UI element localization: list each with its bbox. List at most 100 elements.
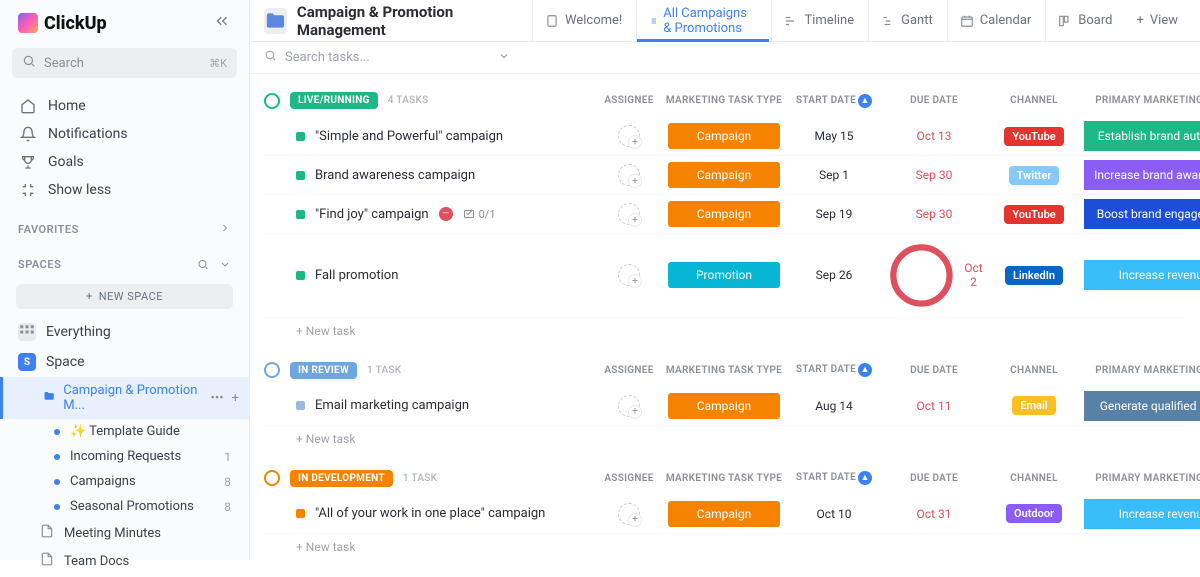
search-spaces-icon[interactable] [197,257,209,272]
start-date[interactable]: Sep 26 [784,268,884,282]
add-icon[interactable]: + [232,391,239,406]
nav-notifications[interactable]: Notifications [8,120,241,148]
add-view-button[interactable]: +View [1129,13,1187,28]
new-space-button[interactable]: + NEW SPACE [16,284,233,309]
task-search[interactable]: Search tasks... [264,49,510,66]
task-type-pill[interactable]: Campaign [668,501,780,527]
channel-badge[interactable]: YouTube [1004,205,1063,224]
task-type-pill[interactable]: Campaign [668,393,780,419]
col-goal[interactable]: PRIMARY MARKETING GOAL [1084,95,1200,106]
nav-show-less[interactable]: Show less [8,176,241,204]
task-row[interactable]: "All of your work in one place" campaign… [264,495,1186,534]
goal-pill[interactable]: Increase brand awareness [1084,160,1200,190]
status-circle-icon[interactable] [264,470,280,486]
chevron-down-icon[interactable] [498,50,510,66]
nav-home[interactable]: Home [8,92,241,120]
assignee-add[interactable] [618,164,640,186]
task-row[interactable]: "Find joy" campaign—0/1CampaignSep 19Sep… [264,195,1186,234]
favorites-header[interactable]: FAVORITES [0,208,249,243]
due-date[interactable]: Sep 30 [884,207,984,221]
start-date[interactable]: Sep 1 [784,168,884,182]
col-due[interactable]: DUE DATE [884,95,984,106]
task-status-square[interactable] [296,401,305,410]
col-start[interactable]: START DATE▲ [784,471,884,485]
goal-pill[interactable]: Establish brand authority [1084,121,1200,151]
nav-goals[interactable]: Goals [8,148,241,176]
new-task-button[interactable]: + New task [264,318,1186,344]
task-type-pill[interactable]: Campaign [668,123,780,149]
col-channel[interactable]: CHANNEL [984,365,1084,376]
start-date[interactable]: Oct 10 [784,507,884,521]
doc-meeting-minutes[interactable]: Meeting Minutes [0,519,249,547]
status-circle-icon[interactable] [264,362,280,378]
task-status-square[interactable] [296,509,305,518]
col-type[interactable]: MARKETING TASK TYPE [664,365,784,376]
task-status-square[interactable] [296,171,305,180]
col-goal[interactable]: PRIMARY MARKETING GOAL [1084,365,1200,376]
tab-timeline[interactable]: Timeline [771,0,866,41]
sub-incoming-requests[interactable]: Incoming Requests1 [0,444,249,469]
start-date[interactable]: Aug 14 [784,399,884,413]
channel-badge[interactable]: Twitter [1009,166,1060,185]
space-everything[interactable]: Everything [0,317,249,347]
task-status-square[interactable] [296,132,305,141]
col-type[interactable]: MARKETING TASK TYPE [664,95,784,106]
col-channel[interactable]: CHANNEL [984,95,1084,106]
channel-badge[interactable]: Email [1012,396,1055,415]
goal-pill[interactable]: Increase revenue [1084,260,1200,290]
task-type-pill[interactable]: Promotion [668,262,780,288]
sub-campaigns[interactable]: Campaigns8 [0,469,249,494]
tab-board[interactable]: Board [1045,0,1124,41]
due-date[interactable]: Oct 31 [884,507,984,521]
more-icon[interactable]: ••• [210,391,223,406]
task-type-pill[interactable]: Campaign [668,201,780,227]
new-task-button[interactable]: + New task [264,534,1186,560]
new-task-button[interactable]: + New task [264,426,1186,452]
tab-all-campaigns[interactable]: All Campaigns & Promotions [636,0,769,41]
folder-icon[interactable] [264,8,287,34]
col-due[interactable]: DUE DATE [884,365,984,376]
assignee-add[interactable] [618,503,640,525]
status-badge[interactable]: LIVE/RUNNING [290,92,378,109]
task-row[interactable]: Email marketing campaignCampaignAug 14Oc… [264,387,1186,426]
assignee-add[interactable] [618,395,640,417]
assignee-add[interactable] [618,203,640,225]
col-assignee[interactable]: ASSIGNEE [594,473,664,484]
task-type-pill[interactable]: Campaign [668,162,780,188]
goal-pill[interactable]: Boost brand engagement [1084,199,1200,229]
logo[interactable]: ClickUp [18,13,107,34]
goal-pill[interactable]: Increase revenue [1084,499,1200,529]
channel-badge[interactable]: Outdoor [1006,504,1062,523]
due-date[interactable]: Oct 2 [884,238,984,313]
col-goal[interactable]: PRIMARY MARKETING GOAL [1084,473,1200,484]
chevron-down-icon[interactable] [219,257,231,272]
due-date[interactable]: Sep 30 [884,168,984,182]
status-badge[interactable]: IN DEVELOPMENT [290,470,393,487]
task-row[interactable]: Brand awareness campaignCampaignSep 1Sep… [264,156,1186,195]
start-date[interactable]: Sep 19 [784,207,884,221]
col-start[interactable]: START DATE▲ [784,363,884,377]
due-date[interactable]: Oct 11 [884,399,984,413]
sub-seasonal[interactable]: Seasonal Promotions8 [0,494,249,519]
col-start[interactable]: START DATE▲ [784,94,884,108]
goal-pill[interactable]: Generate qualified leads [1084,391,1200,421]
tab-calendar[interactable]: Calendar [947,0,1044,41]
col-type[interactable]: MARKETING TASK TYPE [664,473,784,484]
tab-gantt[interactable]: Gantt [868,0,945,41]
doc-team-docs[interactable]: Team Docs [0,547,249,575]
task-row[interactable]: Fall promotionPromotionSep 26Oct 2Linked… [264,234,1186,318]
status-badge[interactable]: IN REVIEW [290,362,357,379]
collapse-sidebar-icon[interactable] [213,12,231,34]
assignee-add[interactable] [618,264,640,286]
folder-campaign-promo[interactable]: Campaign & Promotion M... ••• + [0,377,249,419]
col-due[interactable]: DUE DATE [884,473,984,484]
spaces-header[interactable]: SPACES [0,243,249,278]
start-date[interactable]: May 15 [784,129,884,143]
space-space[interactable]: S Space [0,347,249,377]
task-status-square[interactable] [296,271,305,280]
channel-badge[interactable]: YouTube [1004,127,1063,146]
due-date[interactable]: Oct 13 [884,129,984,143]
channel-badge[interactable]: LinkedIn [1005,266,1063,285]
col-assignee[interactable]: ASSIGNEE [594,95,664,106]
task-row[interactable]: "Simple and Powerful" campaignCampaignMa… [264,117,1186,156]
